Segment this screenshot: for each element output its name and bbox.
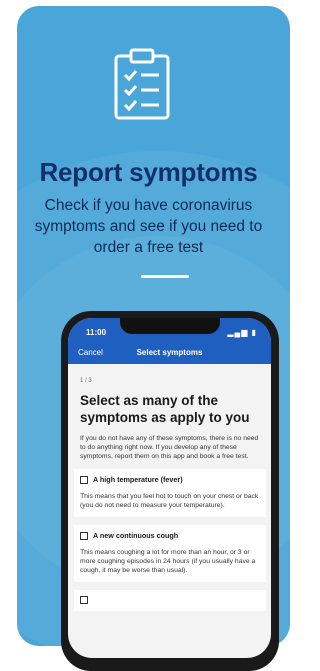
promo-title: Report symptoms: [39, 157, 258, 187]
symptom-label: A new continuous cough: [93, 531, 179, 540]
checkbox[interactable]: [80, 531, 88, 540]
symptoms-content: 1 / 3 Select as many of the symptoms as …: [74, 368, 266, 611]
page-heading: Select as many of the symptoms as apply …: [80, 393, 250, 425]
clipboard-checklist-icon: [114, 48, 170, 120]
symptom-description: This means that you feel hot to touch on…: [80, 493, 259, 509]
status-time: 11:00: [86, 328, 107, 337]
status-bar: 11:00 ▂▄▆ ▮: [68, 318, 271, 342]
intro-text: If you do not have any of these symptoms…: [80, 435, 259, 460]
signal-battery-icon: ▂▄▆ ▮: [227, 328, 257, 337]
symptom-description: This means coughing a lot for more than …: [80, 549, 256, 574]
symptom-label: A high temperature (fever): [93, 475, 183, 484]
nav-bar: Cancel Select symptoms: [68, 342, 271, 364]
symptom-option[interactable]: A new continuous cough This means coughi…: [74, 525, 266, 582]
promo-subtitle: Check if you have coronavirus symptoms a…: [34, 197, 263, 256]
divider: [141, 275, 189, 278]
phone-notch: [120, 318, 220, 334]
checkbox[interactable]: [80, 596, 88, 604]
phone-screen: 11:00 ▂▄▆ ▮ Cancel Select symptoms 1 / 3…: [68, 318, 271, 658]
checkbox[interactable]: [80, 475, 88, 484]
symptom-option[interactable]: A high temperature (fever) This means th…: [74, 469, 266, 517]
step-indicator: 1 / 3: [80, 378, 92, 384]
symptom-option-partial[interactable]: [74, 590, 266, 611]
nav-title: Select symptoms: [136, 348, 203, 357]
